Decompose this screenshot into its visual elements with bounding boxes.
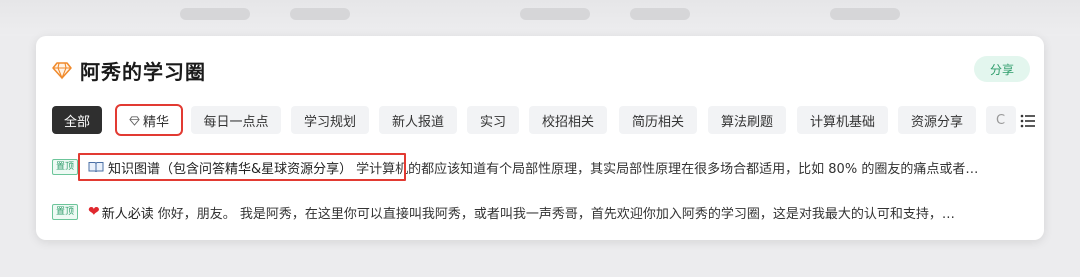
post-excerpt: 学计算机的都应该知道有个局部性原理，其实局部性原理在很多场合都适用，比如 80%…: [356, 161, 979, 177]
circle-card: 阿秀的学习圈 分享 全部 精华 每日一点点 学习规划 新人报道 实习 校招相关 …: [36, 36, 1044, 240]
tab-resources[interactable]: 资源分享: [898, 106, 976, 134]
blurred-element: [290, 8, 350, 20]
post-title[interactable]: 知识图谱（包含问答精华&星球资源分享）: [108, 158, 352, 177]
blurred-element: [830, 8, 900, 20]
pinned-post[interactable]: 置顶 ❤ 新人必读 你好，朋友。 我是阿秀，在这里你可以直接叫我阿秀，或者叫我一…: [52, 198, 1032, 226]
heart-icon: ❤: [88, 204, 100, 220]
tab-internship[interactable]: 实习: [467, 106, 519, 134]
blurred-element: [630, 8, 690, 20]
list-icon[interactable]: [1020, 113, 1036, 129]
gem-icon: [129, 115, 140, 126]
share-button[interactable]: 分享: [974, 56, 1030, 82]
pinned-badge: 置顶: [52, 159, 79, 175]
circle-title: 阿秀的学习圈: [80, 59, 206, 84]
post-excerpt: 你好，朋友。 我是阿秀，在这里你可以直接叫我阿秀，或者叫我一声秀哥，首先欢迎你加…: [157, 206, 955, 222]
pinned-badge: 置顶: [52, 204, 79, 220]
circle-header: 阿秀的学习圈: [52, 56, 206, 84]
category-tabs: 全部 精华 每日一点点 学习规划 新人报道 实习 校招相关 简历相关 算法刷题 …: [52, 104, 1026, 136]
tab-algorithms[interactable]: 算法刷题: [708, 106, 786, 134]
tab-featured[interactable]: 精华: [115, 104, 183, 136]
tab-study-plan[interactable]: 学习规划: [291, 106, 369, 134]
blurred-element: [520, 8, 590, 20]
gem-icon: [52, 62, 72, 80]
tab-all[interactable]: 全部: [52, 106, 102, 134]
tab-resume[interactable]: 简历相关: [619, 106, 697, 134]
book-icon: [88, 162, 104, 173]
tab-more[interactable]: C: [986, 106, 1016, 134]
tab-daily[interactable]: 每日一点点: [191, 106, 281, 134]
pinned-post[interactable]: 置顶 知识图谱（包含问答精华&星球资源分享） 学计算机的都应该知道有个局部性原理…: [52, 153, 1032, 181]
background-area: [0, 0, 1080, 36]
tab-campus-recruiting[interactable]: 校招相关: [529, 106, 607, 134]
post-title[interactable]: 新人必读: [102, 203, 154, 222]
blurred-element: [180, 8, 250, 20]
tab-newcomer[interactable]: 新人报道: [379, 106, 457, 134]
tab-label: 精华: [142, 114, 169, 130]
tab-cs-basics[interactable]: 计算机基础: [797, 106, 888, 134]
